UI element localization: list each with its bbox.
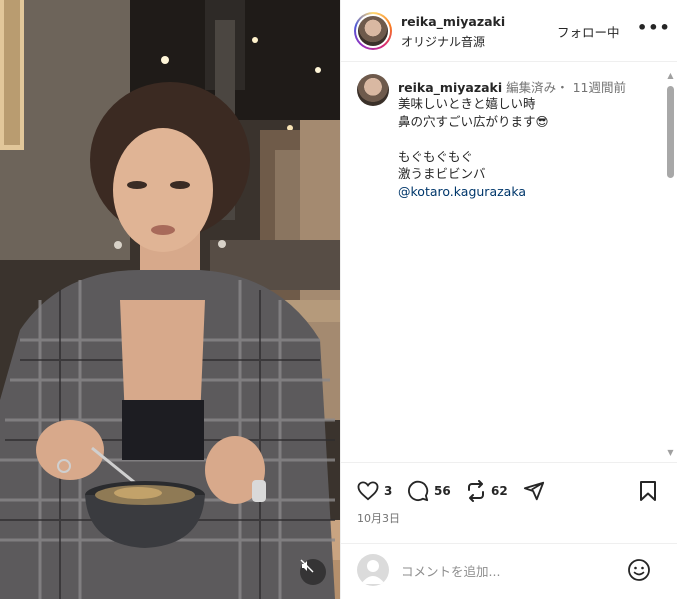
caption-text: 美味しいときと嬉しい時 鼻の穴すごい広がります😎 もぐもぐもぐ 激うまビビンバ …: [398, 95, 549, 200]
action-bar: 3 56 62: [341, 476, 677, 506]
comment-input[interactable]: コメントを追加...: [401, 561, 500, 580]
caption-header: reika_miyazaki 編集済み・ 11週間前: [398, 77, 626, 96]
mute-icon: [300, 559, 314, 573]
caption-line: 激うまビビンバ: [398, 166, 486, 181]
post-date[interactable]: 10月3日: [357, 510, 400, 526]
emoji-icon: [628, 559, 650, 581]
comments-scrollbar[interactable]: ▲ ▼: [666, 71, 675, 457]
mute-button[interactable]: [300, 559, 326, 585]
post-media[interactable]: [0, 0, 340, 599]
post-header: reika_miyazaki オリジナル音源 フォロー中 •••: [341, 0, 677, 62]
share-button[interactable]: [523, 480, 545, 502]
current-user-avatar: [357, 554, 389, 586]
header-username[interactable]: reika_miyazaki: [401, 14, 505, 29]
comment-icon: [408, 480, 429, 502]
caption-line: 鼻の穴すごい広がります😎: [398, 113, 549, 129]
caption-username[interactable]: reika_miyazaki: [398, 80, 502, 95]
emoji-button[interactable]: [627, 558, 651, 586]
comments-section[interactable]: reika_miyazaki 編集済み・ 11週間前 美味しいときと嬉しい時 鼻…: [341, 63, 677, 463]
caption-line: もぐもぐもぐ: [398, 148, 474, 164]
like-button[interactable]: 3: [357, 480, 392, 502]
post-photo: [0, 0, 340, 599]
comment-button[interactable]: 56: [407, 480, 451, 502]
heart-icon: [357, 481, 379, 501]
avatar-image: [358, 16, 388, 46]
avatar[interactable]: [354, 12, 392, 50]
caption-meta: 編集済み・ 11週間前: [506, 80, 627, 95]
like-count: 3: [384, 484, 393, 498]
repost-button[interactable]: 62: [466, 480, 508, 502]
repost-icon: [468, 480, 484, 502]
default-user-icon: [361, 560, 385, 584]
post-side-panel: reika_miyazaki オリジナル音源 フォロー中 ••• reika_m…: [340, 0, 677, 599]
scroll-up-arrow-icon[interactable]: ▲: [666, 71, 675, 80]
scroll-down-arrow-icon[interactable]: ▼: [666, 448, 675, 457]
bookmark-icon: [640, 481, 656, 501]
add-comment-bar: コメントを追加...: [341, 543, 677, 599]
more-icon[interactable]: •••: [637, 18, 671, 37]
caption-line: 美味しいときと嬉しい時: [398, 96, 536, 111]
scrollbar-thumb[interactable]: [667, 86, 674, 178]
caption-mention-link[interactable]: @kotaro.kagurazaka: [398, 183, 549, 201]
share-icon: [523, 481, 545, 501]
caption-avatar[interactable]: [357, 74, 389, 106]
following-button[interactable]: フォロー中: [557, 22, 620, 41]
repost-count: 62: [491, 484, 508, 498]
audio-label[interactable]: オリジナル音源: [401, 33, 485, 50]
bookmark-button[interactable]: [639, 480, 657, 502]
comment-count: 56: [434, 484, 451, 498]
